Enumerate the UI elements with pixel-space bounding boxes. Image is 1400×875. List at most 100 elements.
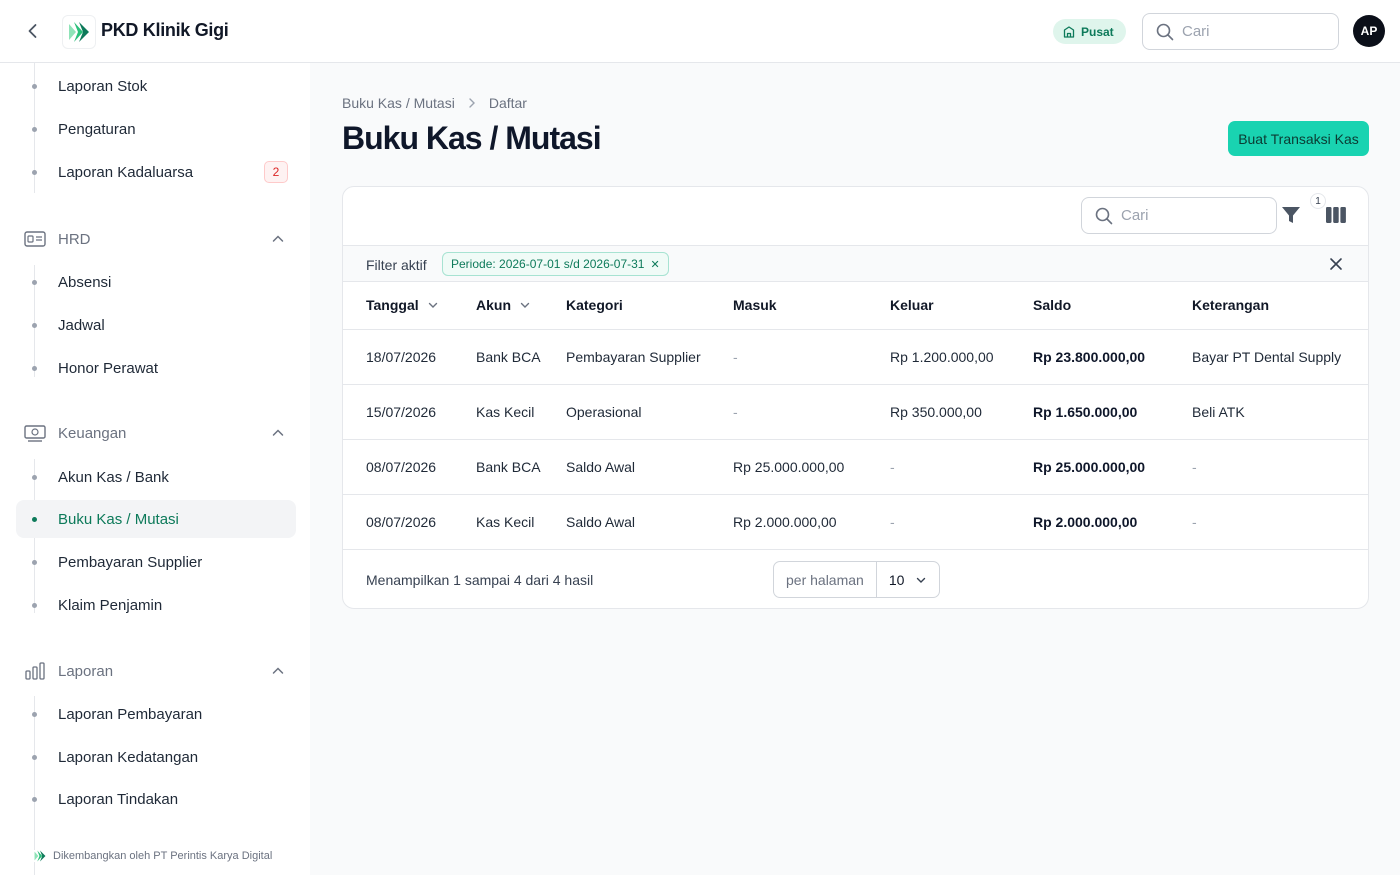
period-filter-chip[interactable]: Periode: 2026-07-01 s/d 2026-07-31 ✕ xyxy=(442,252,669,276)
column-header-masuk: Masuk xyxy=(733,282,890,330)
active-filter-label: Filter aktif xyxy=(366,257,427,273)
sidebar-item-laporan-kadaluarsa[interactable]: Laporan Kadaluarsa 2 xyxy=(16,153,296,191)
top-bar: PKD Klinik Gigi Pusat AP xyxy=(0,0,1400,63)
cell-category: Operasional xyxy=(566,384,733,440)
back-button[interactable] xyxy=(20,18,46,44)
column-header-saldo: Saldo xyxy=(1033,282,1192,330)
cell-date: 15/07/2026 xyxy=(343,384,476,440)
branch-badge[interactable]: Pusat xyxy=(1053,19,1126,44)
columns-icon[interactable] xyxy=(1326,206,1346,224)
sidebar-item-jadwal[interactable]: Jadwal xyxy=(16,306,296,344)
sidebar-group-label: HRD xyxy=(58,231,91,248)
table-footer: Menampilkan 1 sampai 4 dari 4 hasil per … xyxy=(343,551,1368,608)
sidebar-item-label: Honor Perawat xyxy=(58,360,159,377)
cell-balance: Rp 2.000.000,00 xyxy=(1033,494,1192,550)
sidebar-group-keuangan[interactable]: Keuangan xyxy=(16,415,296,451)
cell-category: Saldo Awal xyxy=(566,494,733,550)
sidebar-item-pengaturan[interactable]: Pengaturan xyxy=(16,110,296,148)
column-header-kategori: Kategori xyxy=(566,282,733,330)
sidebar-item-laporan-kedatangan[interactable]: Laporan Kedatangan xyxy=(16,738,296,776)
cash-ledger-table-card: 1 Filter aktif Periode: 2026-07-01 s/d 2… xyxy=(342,186,1369,609)
cell-note: Beli ATK xyxy=(1192,384,1368,440)
sidebar-group-hrd[interactable]: HRD xyxy=(16,221,296,257)
sidebar: Laporan Stok Pengaturan Laporan Kadaluar… xyxy=(0,63,310,875)
column-header-akun[interactable]: Akun xyxy=(476,282,566,330)
column-header-keterangan: Keterangan xyxy=(1192,282,1368,330)
sidebar-item-laporan-stok[interactable]: Laporan Stok xyxy=(16,67,296,105)
column-label: Tanggal xyxy=(366,297,419,314)
sidebar-item-label: Laporan Kedatangan xyxy=(58,749,199,766)
remove-filter-icon[interactable]: ✕ xyxy=(650,258,659,271)
id-card-icon xyxy=(24,231,46,247)
chevron-down-icon xyxy=(916,577,926,583)
sidebar-item-klaim-penjamin[interactable]: Klaim Penjamin xyxy=(16,586,296,624)
search-icon xyxy=(1095,207,1113,224)
filter-icon[interactable] xyxy=(1279,203,1303,227)
sidebar-item-buku-kas-mutasi[interactable]: Buku Kas / Mutasi xyxy=(16,500,296,538)
sidebar-item-absensi[interactable]: Absensi xyxy=(16,263,296,301)
cell-note: - xyxy=(1192,494,1368,550)
global-search-input[interactable] xyxy=(1182,23,1322,40)
sidebar-group-laporan[interactable]: Laporan xyxy=(16,653,296,689)
chevron-up-icon xyxy=(272,235,284,242)
bullet-icon xyxy=(32,475,37,480)
global-search[interactable] xyxy=(1142,13,1339,50)
bullet-icon xyxy=(32,560,37,565)
sidebar-item-honor-perawat[interactable]: Honor Perawat xyxy=(16,349,296,387)
breadcrumb-link[interactable]: Buku Kas / Mutasi xyxy=(342,95,455,111)
cell-account: Kas Kecil xyxy=(476,494,566,550)
table-search[interactable] xyxy=(1081,197,1277,234)
sidebar-item-laporan-tindakan[interactable]: Laporan Tindakan xyxy=(16,780,296,818)
sidebar-item-label: Laporan Pembayaran xyxy=(58,706,203,723)
bar-chart-icon xyxy=(25,662,45,680)
user-avatar[interactable]: AP xyxy=(1353,15,1385,47)
per-page-dropdown[interactable]: 10 xyxy=(877,562,939,597)
table-header-row: Tanggal Akun Kategori Masuk Keluar Saldo… xyxy=(343,282,1368,330)
column-header-tanggal[interactable]: Tanggal xyxy=(343,282,476,330)
table-row[interactable]: 08/07/2026 Bank BCA Saldo Awal Rp 25.000… xyxy=(343,439,1368,495)
money-icon xyxy=(24,425,46,442)
create-cash-transaction-button[interactable]: Buat Transaksi Kas xyxy=(1228,121,1369,156)
per-page-label: per halaman xyxy=(774,562,877,597)
cell-balance: Rp 1.650.000,00 xyxy=(1033,384,1192,440)
bullet-icon xyxy=(32,517,37,522)
bullet-icon xyxy=(32,712,37,717)
sidebar-item-laporan-pembayaran[interactable]: Laporan Pembayaran xyxy=(16,695,296,733)
cell-balance: Rp 23.800.000,00 xyxy=(1033,329,1192,385)
table-row[interactable]: 08/07/2026 Kas Kecil Saldo Awal Rp 2.000… xyxy=(343,494,1368,550)
bullet-icon xyxy=(32,84,37,89)
expiry-count-badge: 2 xyxy=(264,161,288,183)
table-row[interactable]: 15/07/2026 Kas Kecil Operasional - Rp 35… xyxy=(343,384,1368,440)
sidebar-item-label: Akun Kas / Bank xyxy=(58,469,169,486)
cell-category: Saldo Awal xyxy=(566,439,733,495)
sidebar-item-label: Jadwal xyxy=(58,317,105,334)
sidebar-item-akun-kas-bank[interactable]: Akun Kas / Bank xyxy=(16,458,296,496)
cell-account: Bank BCA xyxy=(476,439,566,495)
sidebar-item-label: Pembayaran Supplier xyxy=(58,554,203,571)
active-filter-bar: Filter aktif Periode: 2026-07-01 s/d 202… xyxy=(343,245,1368,282)
bullet-icon xyxy=(32,170,37,175)
column-label: Akun xyxy=(476,297,511,314)
bullet-icon xyxy=(32,280,37,285)
developer-credit: Dikembangkan oleh PT Perintis Karya Digi… xyxy=(33,850,273,862)
per-page-select[interactable]: per halaman 10 xyxy=(773,561,940,598)
cell-out: Rp 350.000,00 xyxy=(890,384,1033,440)
table-row[interactable]: 18/07/2026 Bank BCA Pembayaran Supplier … xyxy=(343,329,1368,385)
cell-balance: Rp 25.000.000,00 xyxy=(1033,439,1192,495)
sidebar-item-pembayaran-supplier[interactable]: Pembayaran Supplier xyxy=(16,543,296,581)
search-icon xyxy=(1156,23,1174,40)
table-search-input[interactable] xyxy=(1121,207,1261,224)
chevron-left-icon xyxy=(28,24,37,38)
sidebar-item-label: Absensi xyxy=(58,274,112,291)
close-icon[interactable] xyxy=(1328,256,1344,272)
bullet-icon xyxy=(32,323,37,328)
chevron-up-icon xyxy=(272,667,284,674)
pagination-info: Menampilkan 1 sampai 4 dari 4 hasil xyxy=(366,572,594,588)
sidebar-item-label: Klaim Penjamin xyxy=(58,597,163,614)
breadcrumb-current: Daftar xyxy=(488,95,527,111)
cell-in: - xyxy=(733,384,890,440)
cell-note: Bayar PT Dental Supply xyxy=(1192,329,1368,385)
cell-date: 08/07/2026 xyxy=(343,439,476,495)
developer-credit-text: Dikembangkan oleh PT Perintis Karya Digi… xyxy=(53,850,273,862)
sidebar-group-label: Keuangan xyxy=(58,425,127,442)
